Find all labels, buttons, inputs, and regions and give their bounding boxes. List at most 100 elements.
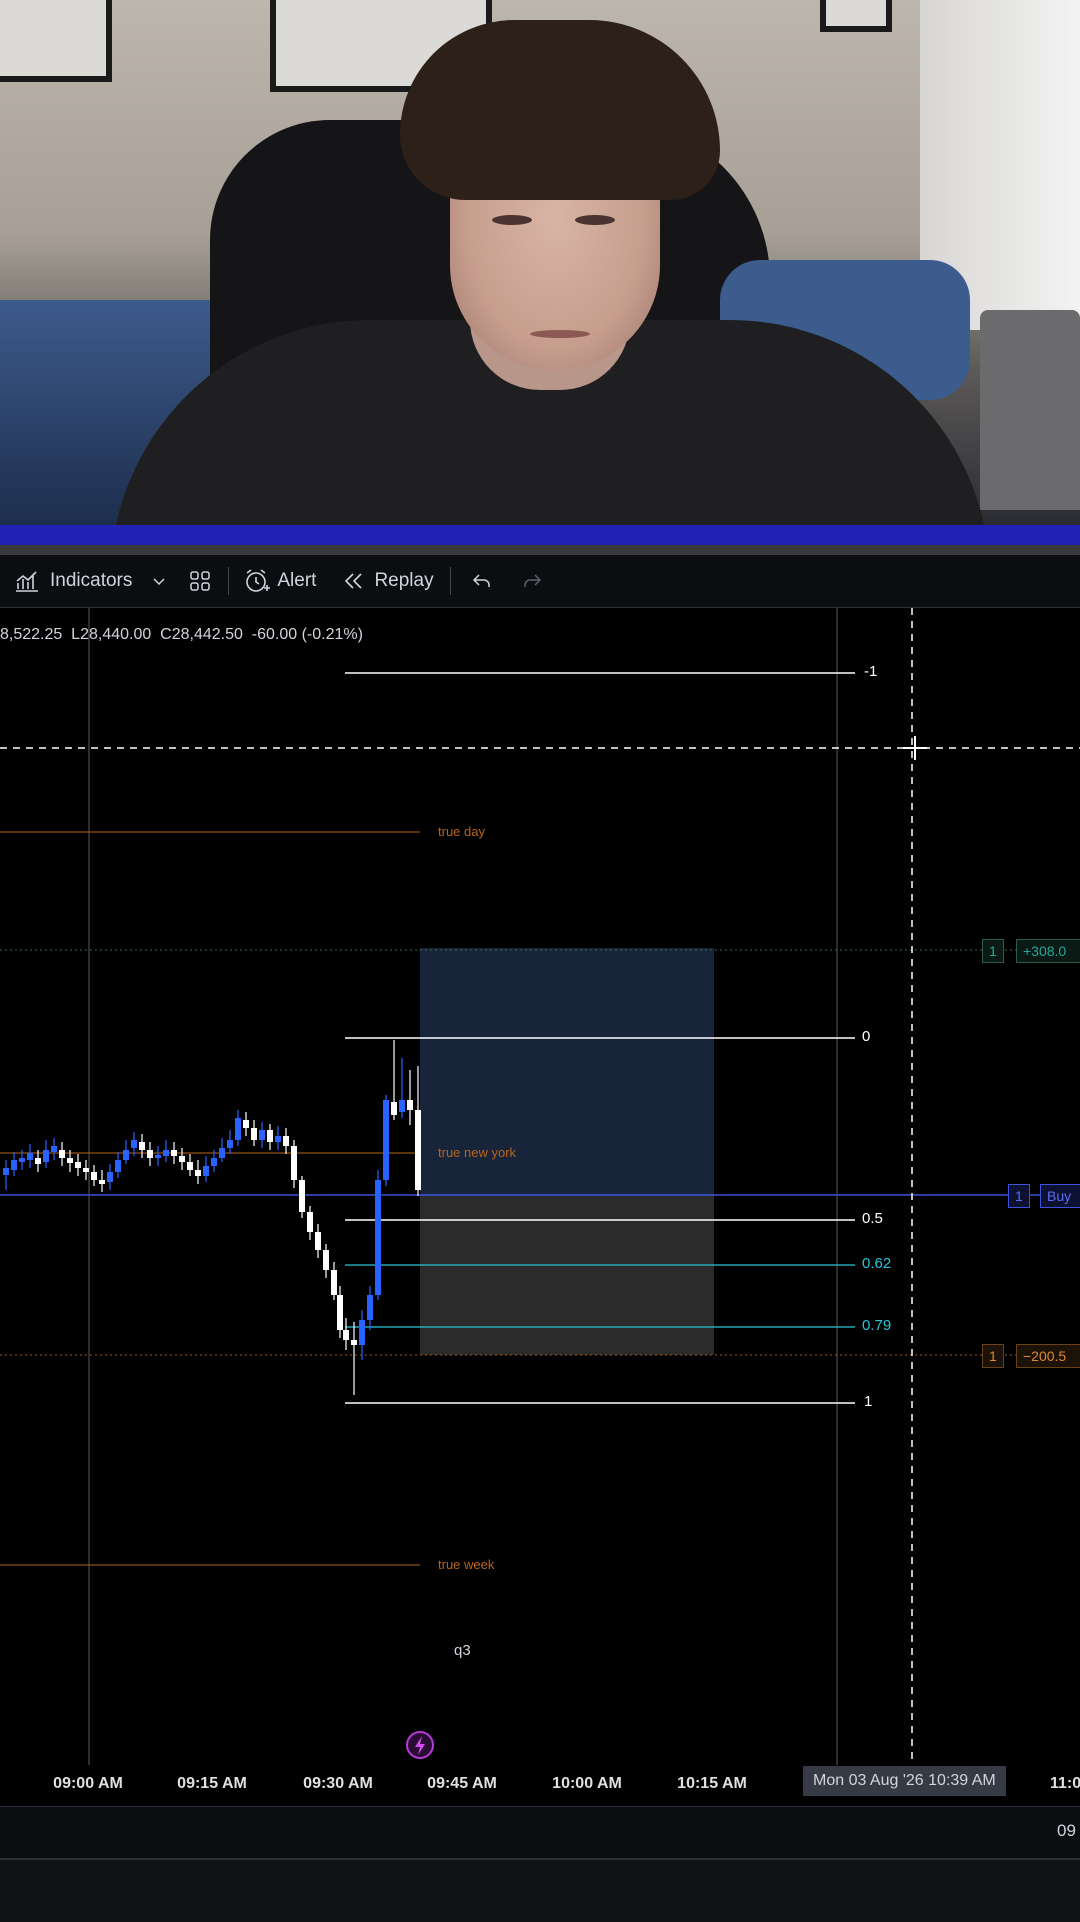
sl-qty-tag[interactable]: 1 — [982, 1344, 1004, 1368]
candle-body — [99, 1180, 105, 1184]
candle-body — [107, 1172, 113, 1182]
candle-body — [259, 1130, 265, 1140]
candle-body — [203, 1166, 209, 1176]
indicators-icon — [16, 571, 38, 592]
candle-body — [27, 1153, 33, 1160]
candle-body — [267, 1130, 273, 1142]
fib-label-neg1: -1 — [864, 663, 878, 680]
true-day-label: true day — [438, 824, 485, 839]
redo-button[interactable] — [521, 555, 543, 607]
candle-body — [383, 1100, 389, 1180]
candle-body — [179, 1156, 185, 1162]
fib-label-0: 0 — [862, 1028, 871, 1045]
candle-body — [19, 1158, 25, 1162]
ohlc-legend: 8,522.25 L28,440.00 C28,442.50 -60.00 (-… — [0, 626, 363, 643]
replay-icon — [345, 573, 363, 589]
undo-button[interactable] — [471, 555, 493, 607]
time-tick: 09:30 AM — [303, 1775, 373, 1792]
candle-body — [163, 1150, 169, 1156]
replay-button[interactable]: Replay — [342, 555, 434, 607]
sl-value-tag[interactable]: −200.5 — [1016, 1344, 1080, 1368]
indicators-button[interactable]: Indicators — [0, 555, 132, 607]
candle-body — [315, 1232, 321, 1250]
candle-body — [351, 1340, 357, 1345]
indicators-label: Indicators — [50, 570, 133, 591]
price-chart[interactable] — [0, 608, 1080, 1778]
undo-icon — [472, 574, 490, 587]
candle-body — [331, 1270, 337, 1295]
candle-body — [51, 1146, 57, 1152]
entry-qty-tag[interactable]: 1 — [1008, 1184, 1030, 1208]
webcam-border — [0, 525, 1080, 545]
candle-body — [3, 1168, 9, 1175]
candle-body — [307, 1212, 313, 1232]
candle-body — [83, 1168, 89, 1172]
lamp — [980, 310, 1080, 510]
candle-body — [67, 1158, 73, 1163]
candle-body — [115, 1160, 121, 1172]
candle-body — [323, 1250, 329, 1270]
crosshair-date-label: Mon 03 Aug '26 10:39 AM — [803, 1766, 1006, 1796]
alarm-clock-icon — [246, 569, 271, 592]
webcam-overlay — [0, 0, 1080, 525]
candlestick-series — [3, 1040, 421, 1395]
grid-icon — [190, 571, 211, 591]
candle-body — [155, 1155, 161, 1158]
templates-button[interactable] — [188, 555, 212, 607]
fib-label-0-62: 0.62 — [862, 1255, 892, 1272]
candle-body — [283, 1136, 289, 1146]
alert-button[interactable]: Alert — [243, 555, 316, 607]
candle-body — [227, 1140, 233, 1148]
time-tick: 11:0 — [1050, 1775, 1080, 1792]
candle-body — [123, 1150, 129, 1160]
candle-body — [11, 1160, 17, 1170]
tp-qty-tag[interactable]: 1 — [982, 939, 1004, 963]
alert-label: Alert — [277, 570, 317, 591]
fib-label-1: 1 — [864, 1393, 873, 1410]
stop-loss-zone[interactable] — [420, 1195, 714, 1355]
fib-label-0-5: 0.5 — [862, 1210, 883, 1227]
candle-body — [375, 1180, 381, 1295]
candle-body — [59, 1150, 65, 1158]
candle-body — [195, 1170, 201, 1176]
person-eye-left — [492, 215, 532, 225]
time-tick: 10:00 AM — [552, 1775, 622, 1792]
candle-body — [343, 1330, 349, 1340]
candle-body — [75, 1162, 81, 1168]
time-tick: 09:00 AM — [53, 1775, 123, 1792]
candle-body — [171, 1150, 177, 1156]
true-new-york-label: true new york — [438, 1145, 517, 1160]
tp-value-tag[interactable]: +308.0 — [1016, 939, 1080, 963]
candle-body — [131, 1140, 137, 1148]
bottom-time-text: 09 — [1057, 1821, 1076, 1840]
true-week-label: true week — [438, 1557, 495, 1572]
candle-body — [359, 1320, 365, 1345]
candle-body — [35, 1158, 41, 1164]
candle-body — [43, 1150, 49, 1162]
candle-body — [367, 1295, 373, 1320]
time-tick: 10:15 AM — [677, 1775, 747, 1792]
candle-body — [299, 1180, 305, 1212]
replay-label: Replay — [374, 570, 434, 591]
candle-body — [391, 1102, 397, 1115]
candle-body — [187, 1162, 193, 1170]
candle-body — [275, 1136, 281, 1142]
candle-body — [291, 1146, 297, 1180]
candle-body — [337, 1295, 343, 1330]
wall-poster-left — [0, 0, 112, 82]
toolbar-separator — [449, 567, 451, 595]
bottom-panel: 09 — [0, 1806, 1080, 1859]
person-mouth — [530, 330, 590, 338]
indicators-dropdown[interactable] — [152, 555, 166, 607]
candle-body — [147, 1150, 153, 1158]
entry-side-tag[interactable]: Buy — [1040, 1184, 1080, 1208]
bottom-status-bar — [0, 1858, 1080, 1922]
person-hair — [400, 20, 720, 200]
candle-body — [235, 1118, 241, 1140]
fib-label-0-79: 0.79 — [862, 1317, 892, 1334]
q3-label: q3 — [454, 1642, 471, 1659]
candle-body — [251, 1128, 257, 1140]
candle-body — [219, 1148, 225, 1158]
candle-body — [415, 1110, 421, 1190]
redo-icon — [523, 574, 541, 587]
